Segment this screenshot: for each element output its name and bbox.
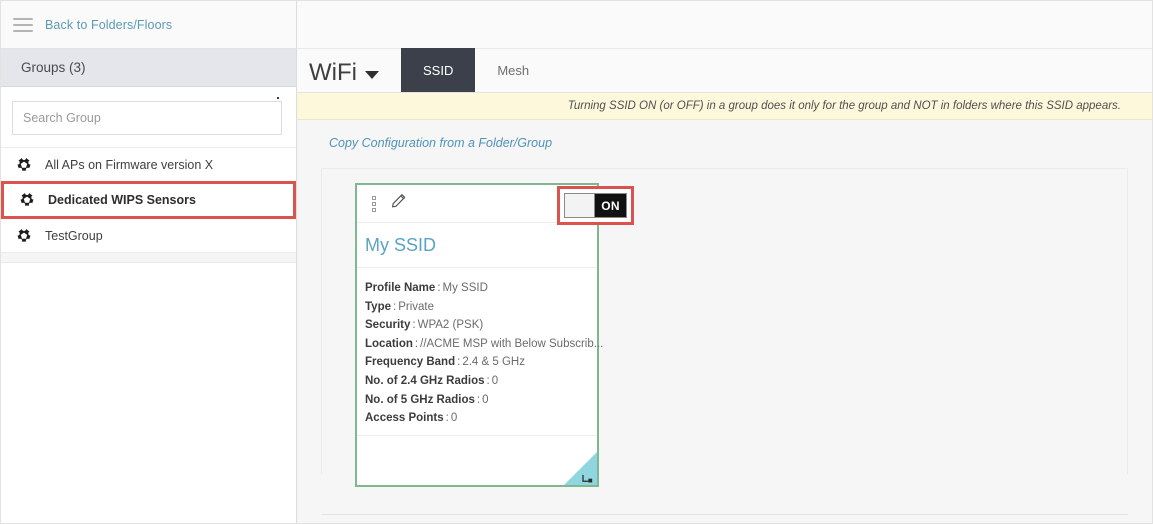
sidebar-item-label: All APs on Firmware version X (45, 157, 214, 172)
detail-key: No. of 5 GHz Radios (365, 393, 475, 406)
scroll-dot-indicator (277, 97, 279, 99)
ssid-card-footer (357, 436, 597, 485)
app-window: Back to Folders/Floors Groups (3) Search… (0, 0, 1153, 524)
detail-row: Type: Private (365, 298, 597, 317)
detail-key: Profile Name (365, 282, 436, 294)
notice-text: Turning SSID ON (or OFF) in a group does… (567, 100, 1121, 112)
ssid-card-details: Profile Name: My SSID Type: Private Securi… (357, 268, 603, 436)
detail-key: No. of 2.4 GHz Radios (365, 374, 485, 387)
content-bottom-divider (321, 514, 1128, 515)
back-to-folders-link[interactable]: Back to Folders/Floors (45, 18, 172, 32)
cluster-icon (15, 155, 33, 174)
detail-row: Profile Name: My SSID (365, 279, 597, 298)
kebab-menu-icon[interactable] (371, 194, 377, 214)
detail-key: Type (365, 300, 391, 313)
main-content: WiFi SSID Mesh Turning SSID ON (or OFF) … (297, 1, 1152, 523)
main-topbar (297, 1, 1152, 49)
detail-value: 0 (491, 374, 499, 387)
detail-separator: : (412, 319, 416, 332)
sidebar-item-testgroup[interactable]: TestGroup (1, 219, 296, 253)
detail-separator: : (437, 282, 441, 294)
detail-key: Security (365, 319, 411, 332)
sidebar-item-all-aps-firmware[interactable]: All APs on Firmware version X (1, 148, 296, 182)
sidebar-item-label: TestGroup (45, 228, 103, 243)
group-list: All APs on Firmware version X Dedicated … (1, 148, 296, 523)
sidebar-topbar: Back to Folders/Floors (1, 1, 296, 49)
detail-row: Security: WPA2 (PSK) (365, 316, 597, 335)
ssid-cards-panel: ON My SSID Profile Name: My SSID Type: Pri… (321, 168, 1128, 487)
notice-banner: Turning SSID ON (or OFF) in a group does… (297, 93, 1152, 120)
ssid-card[interactable]: ON My SSID Profile Name: My SSID Type: Pri… (355, 183, 634, 487)
sidebar-item-dedicated-wips-sensors[interactable]: Dedicated WIPS Sensors (1, 181, 296, 219)
detail-value: Private (398, 300, 434, 313)
detail-value: //ACME MSP with Below Subscrib... (420, 337, 604, 350)
ssid-card-title[interactable]: My SSID (357, 223, 597, 268)
page-title: WiFi (309, 59, 357, 86)
detail-value: WPA2 (PSK) (417, 319, 484, 332)
tabs-row: WiFi SSID Mesh (297, 48, 1152, 93)
hamburger-icon[interactable] (13, 17, 33, 32)
group-list-divider (1, 253, 296, 263)
tab-mesh[interactable]: Mesh (475, 48, 551, 92)
detail-value: 2.4 & 5 GHz (462, 356, 525, 369)
ssid-card-header: ON (357, 185, 634, 225)
ssid-enable-toggle[interactable]: ON (564, 193, 627, 218)
search-group-container (1, 87, 296, 148)
cluster-icon (18, 191, 36, 209)
detail-row: Frequency Band:2.4 & 5 GHz (365, 353, 597, 372)
detail-value: 0 (482, 393, 489, 406)
ssid-toggle-highlight: ON (557, 186, 634, 225)
sidebar: Back to Folders/Floors Groups (3) Search… (1, 1, 297, 523)
copy-configuration-link[interactable]: Copy Configuration from a Folder/Group (329, 136, 552, 150)
detail-row: No. of 2.4 GHz Radios:0 (365, 372, 597, 391)
content-area: Copy Configuration from a Folder/Group O… (297, 120, 1152, 523)
detail-row: Access Points:0 (365, 409, 597, 428)
detail-row: No. of 5 GHz Radios:0 (365, 391, 597, 410)
toggle-state-label: ON (595, 194, 626, 217)
groups-header: Groups (3) (1, 49, 296, 87)
detail-row: Location://ACME MSP with Below Subscrib.… (365, 335, 603, 354)
cluster-icon (15, 226, 33, 245)
resize-corner-icon[interactable] (582, 470, 593, 483)
detail-separator: : (445, 412, 449, 425)
detail-key: Frequency Band (365, 356, 456, 369)
detail-value: 0 (450, 412, 458, 425)
tab-ssid[interactable]: SSID (400, 48, 476, 92)
detail-key: Access Points (365, 412, 444, 425)
detail-value: My SSID (442, 282, 488, 294)
search-group-input[interactable] (12, 101, 282, 135)
detail-key: Location (365, 337, 413, 350)
wifi-dropdown-title[interactable]: WiFi (297, 59, 401, 92)
detail-separator: : (486, 374, 490, 387)
toggle-knob (565, 194, 595, 217)
sidebar-item-label: Dedicated WIPS Sensors (48, 193, 196, 207)
chevron-down-icon (364, 71, 379, 79)
pencil-icon[interactable] (391, 193, 407, 214)
